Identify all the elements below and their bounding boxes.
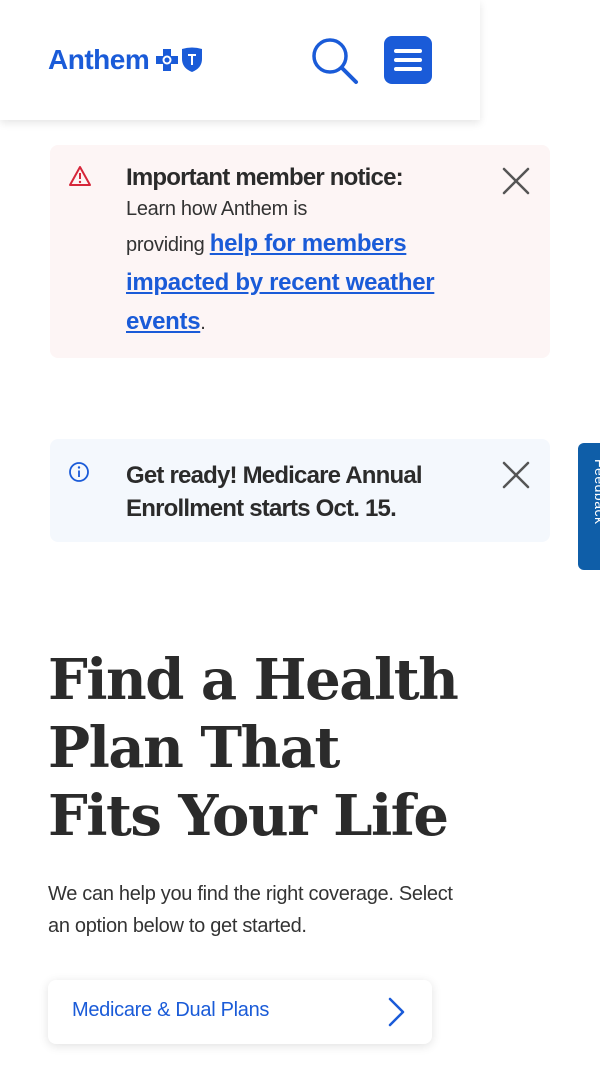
member-notice-body: Important member notice: Learn how Anthe… <box>126 163 446 342</box>
close-icon <box>502 167 530 195</box>
enrollment-info-alert: Get ready! Medicare Annual Enrollment st… <box>50 439 550 542</box>
site-header: Anthem <box>0 0 480 120</box>
member-notice-alert: Important member notice: Learn how Anthe… <box>50 145 550 358</box>
close-info-button[interactable] <box>500 459 532 491</box>
info-circle-icon <box>68 461 90 488</box>
hamburger-menu-icon <box>394 49 422 71</box>
logo-marks <box>155 47 203 73</box>
member-notice-suffix: . <box>200 312 206 334</box>
member-notice-text-prefix: providing <box>126 234 210 256</box>
plan-option-medicare[interactable]: Medicare & Dual Plans <box>48 980 432 1044</box>
feedback-label: Feedback <box>592 459 600 525</box>
logo-text: Anthem <box>48 44 150 75</box>
hero-subtitle: We can help you find the right coverage.… <box>48 883 453 937</box>
close-notice-button[interactable] <box>500 165 532 197</box>
enrollment-info-title: Get ready! Medicare Annual Enrollment st… <box>126 462 423 522</box>
search-button[interactable] <box>306 32 362 88</box>
blue-cross-icon <box>156 49 179 71</box>
anthem-logo[interactable]: Anthem <box>48 44 203 76</box>
feedback-tab[interactable]: Feedback <box>578 443 600 570</box>
member-notice-title: Important member notice: <box>126 164 404 191</box>
blue-shield-icon <box>182 47 203 72</box>
close-icon <box>502 461 530 489</box>
menu-button[interactable] <box>384 36 432 84</box>
enrollment-info-body: Get ready! Medicare Annual Enrollment st… <box>126 459 446 525</box>
member-notice-text: Learn how Anthem is providing help for me… <box>126 193 446 342</box>
hero-title: Find a Health Plan That Fits Your Life <box>48 647 459 849</box>
search-icon <box>312 38 358 84</box>
plan-option-label: Medicare & Dual Plans <box>72 999 270 1021</box>
chevron-right-icon <box>386 996 406 1033</box>
member-notice-text-line1: Learn how Anthem is <box>126 198 308 220</box>
page: Anthem Important member notice: Learn ho… <box>0 0 600 1065</box>
warning-triangle-icon <box>68 165 92 192</box>
